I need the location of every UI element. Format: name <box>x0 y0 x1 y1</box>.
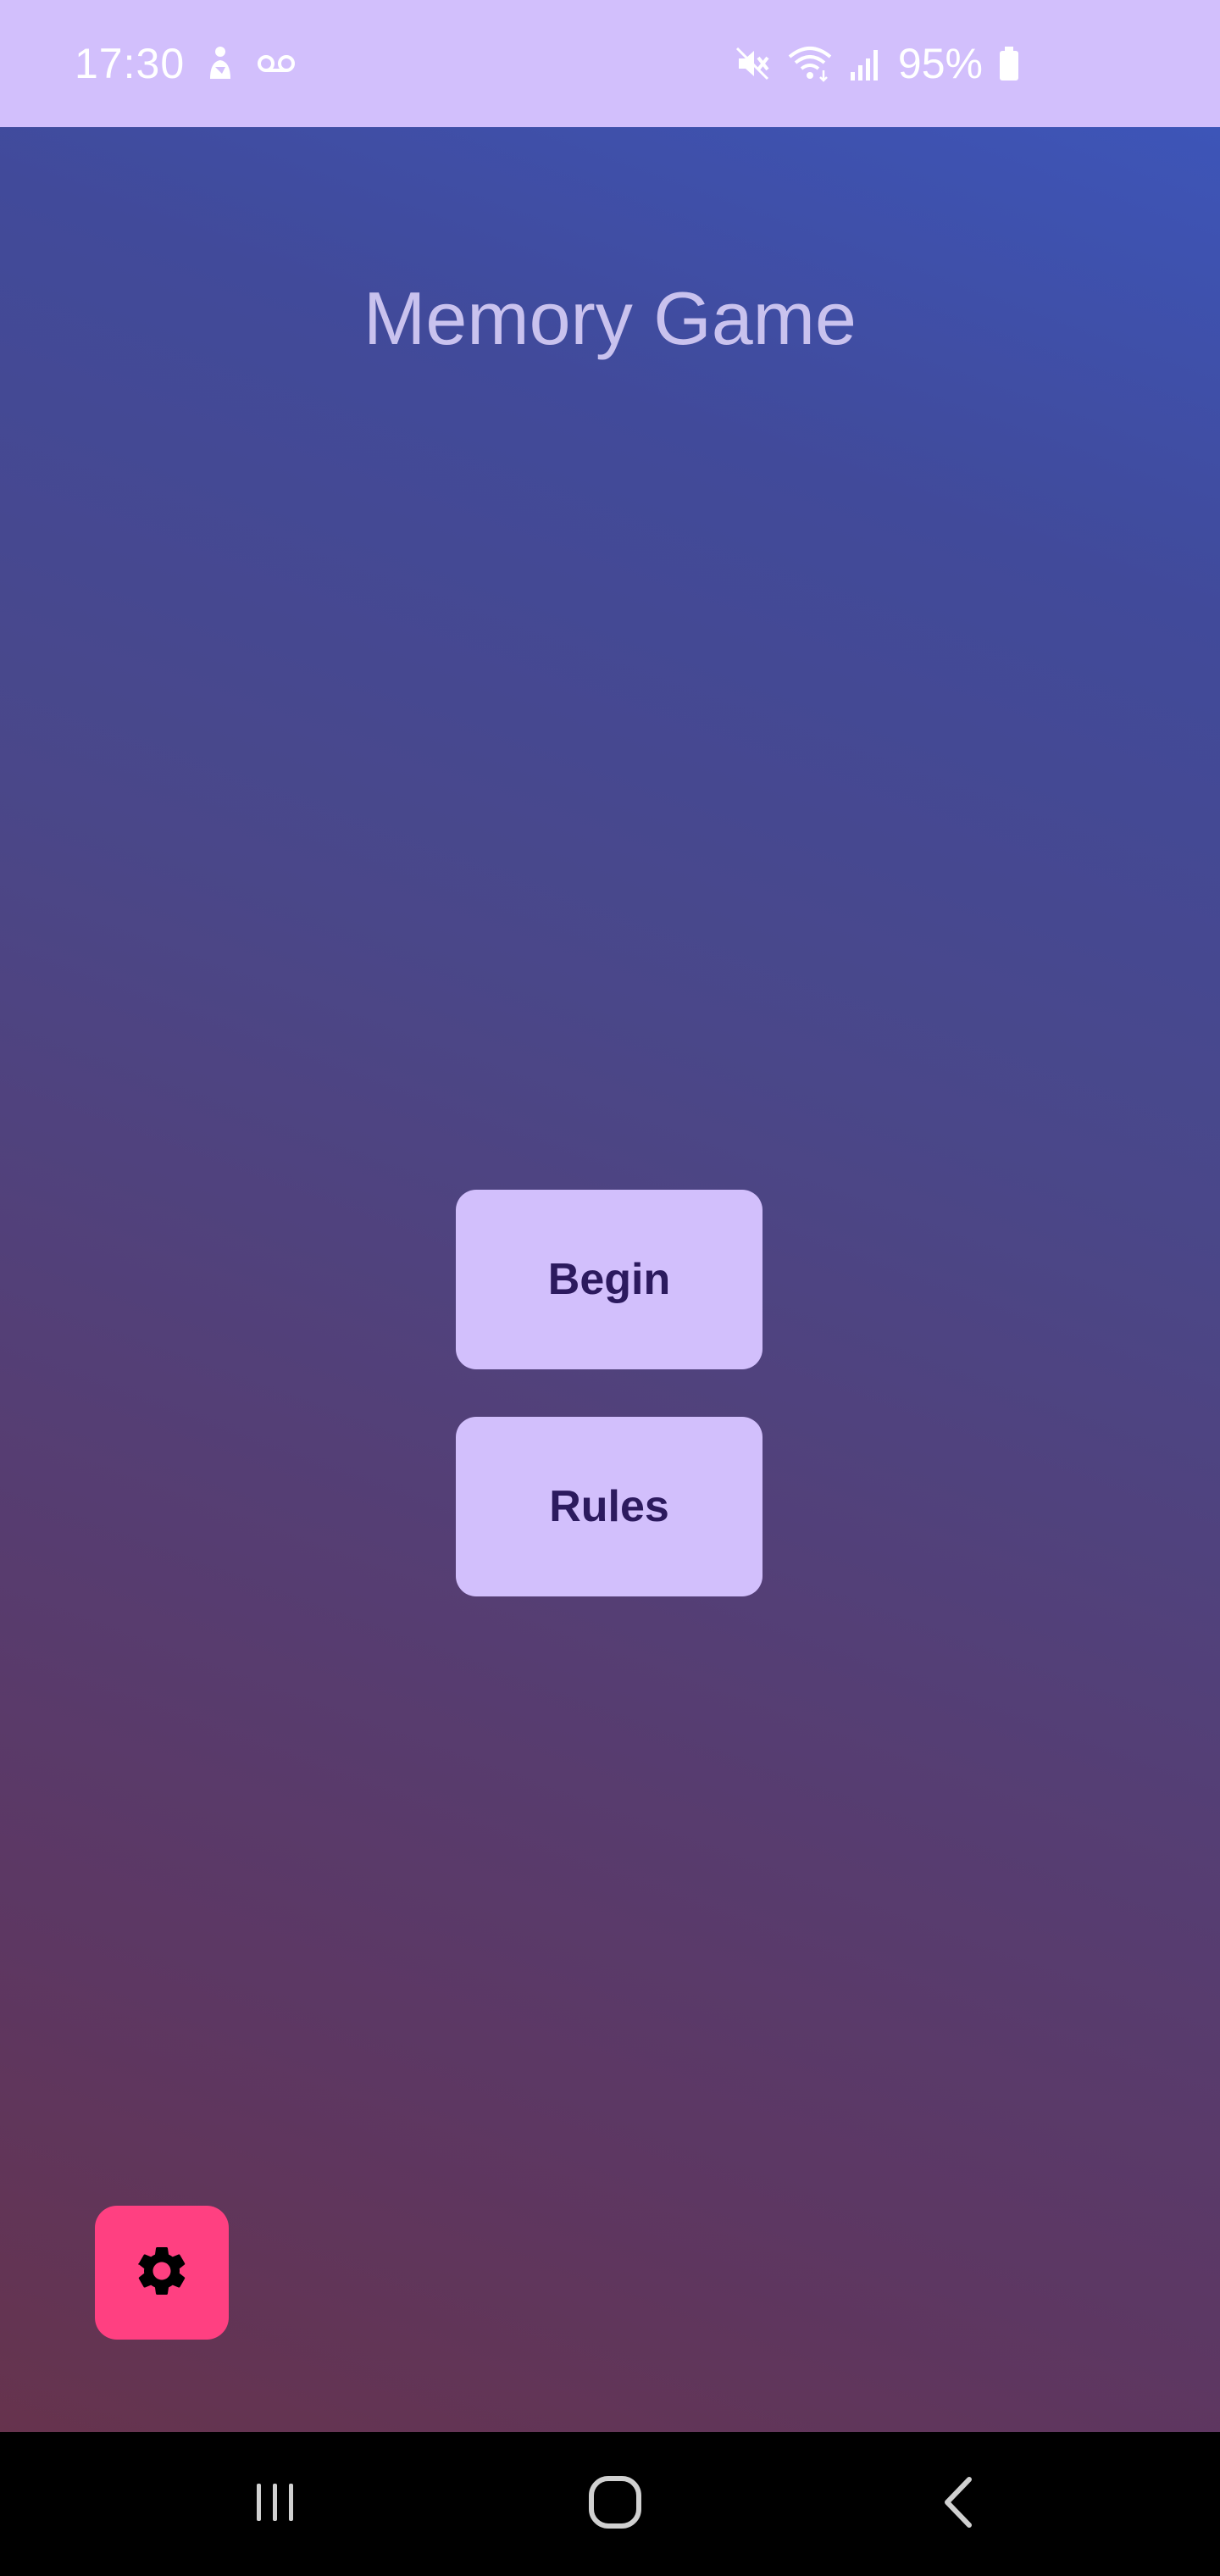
gear-icon <box>132 2241 191 2305</box>
back-button[interactable] <box>890 2432 1025 2576</box>
begin-button[interactable]: Begin <box>456 1190 762 1369</box>
rules-button[interactable]: Rules <box>456 1417 762 1596</box>
battery-icon <box>998 45 1020 82</box>
home-button[interactable] <box>547 2432 683 2576</box>
signal-icon <box>849 45 883 82</box>
battery-percent: 95% <box>897 40 983 87</box>
main-screen: Memory Game Begin Rules <box>0 127 1220 2432</box>
page-title: Memory Game <box>363 276 857 360</box>
back-icon <box>932 2473 983 2536</box>
notification-icon <box>203 45 237 82</box>
status-time: 17:30 <box>75 40 186 87</box>
recents-icon <box>250 2477 301 2532</box>
voicemail-icon <box>256 51 297 76</box>
status-bar: 17:30 95% <box>0 0 1220 127</box>
recents-button[interactable] <box>208 2432 343 2576</box>
settings-button[interactable] <box>95 2206 229 2340</box>
status-right-group: 95% <box>734 0 1020 127</box>
wifi-icon <box>786 45 834 82</box>
mute-icon <box>734 45 771 82</box>
navigation-bar <box>0 2432 1220 2576</box>
status-left-group: 17:30 <box>75 0 297 127</box>
home-icon <box>585 2473 645 2536</box>
